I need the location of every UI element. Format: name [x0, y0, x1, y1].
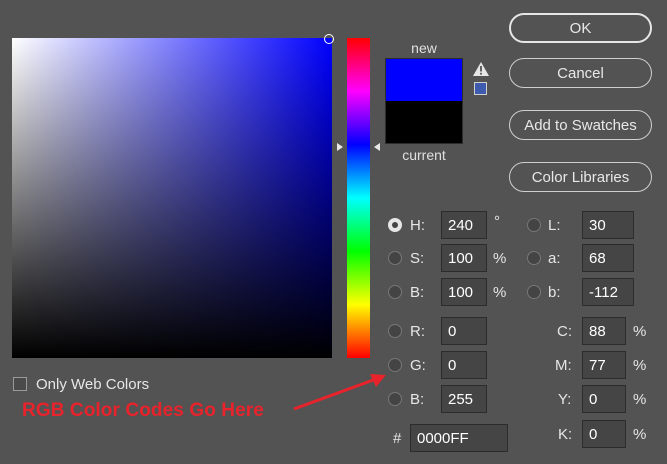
annotation-text: RGB Color Codes Go Here: [22, 400, 264, 421]
color-field[interactable]: [12, 38, 332, 358]
black-label: K:: [558, 426, 573, 443]
ok-button[interactable]: OK: [509, 13, 652, 43]
hue-label: H:: [410, 217, 425, 234]
brightness-input[interactable]: [441, 278, 487, 306]
green-input[interactable]: [441, 351, 487, 379]
lab-b-radio[interactable]: [527, 285, 541, 299]
lab-b-input[interactable]: [582, 278, 634, 306]
red-input[interactable]: [441, 317, 487, 345]
warning-triangle-icon[interactable]: [473, 62, 489, 76]
add-to-swatches-button[interactable]: Add to Swatches: [509, 110, 652, 140]
lab-a-label: a:: [548, 250, 561, 267]
color-field-picker-circle[interactable]: [324, 34, 334, 44]
hex-input[interactable]: [410, 424, 508, 452]
blue-radio[interactable]: [388, 392, 402, 406]
brightness-unit: %: [493, 284, 507, 301]
brightness-radio[interactable]: [388, 285, 402, 299]
magenta-input[interactable]: [582, 351, 626, 379]
cyan-label: C:: [557, 323, 572, 340]
lab-l-label: L:: [548, 217, 561, 234]
green-radio[interactable]: [388, 358, 402, 372]
blue-label: B:: [410, 391, 425, 408]
magenta-unit: %: [633, 357, 647, 374]
yellow-label: Y:: [558, 391, 572, 408]
hex-label: #: [393, 430, 402, 447]
current-label: current: [402, 147, 446, 163]
saturation-label: S:: [410, 250, 425, 267]
saturation-radio[interactable]: [388, 251, 402, 265]
saturation-unit: %: [493, 250, 507, 267]
cancel-button[interactable]: Cancel: [509, 58, 652, 88]
only-web-colors-label: Only Web Colors: [36, 376, 150, 393]
hue-slider-right-arrow-icon[interactable]: [374, 143, 380, 151]
brightness-label: B:: [410, 284, 425, 301]
lab-a-input[interactable]: [582, 244, 634, 272]
cyan-unit: %: [633, 323, 647, 340]
hue-input[interactable]: [441, 211, 487, 239]
magenta-label: M:: [555, 357, 572, 374]
lab-b-label: b:: [548, 284, 561, 301]
lab-l-radio[interactable]: [527, 218, 541, 232]
black-input[interactable]: [582, 420, 626, 448]
new-label: new: [411, 40, 437, 56]
yellow-input[interactable]: [582, 385, 626, 413]
green-label: G:: [410, 357, 426, 374]
cyan-input[interactable]: [582, 317, 626, 345]
saturation-input[interactable]: [441, 244, 487, 272]
hue-slider-left-arrow-icon[interactable]: [337, 143, 343, 151]
red-label: R:: [410, 323, 425, 340]
black-unit: %: [633, 426, 647, 443]
color-libraries-button[interactable]: Color Libraries: [509, 162, 652, 192]
websafe-swatch-icon[interactable]: [474, 82, 487, 95]
hue-slider[interactable]: [347, 38, 370, 358]
only-web-colors-checkbox[interactable]: [13, 377, 27, 391]
degree-unit: °: [494, 213, 500, 230]
color-preview-frame: [385, 58, 463, 144]
lab-a-radio[interactable]: [527, 251, 541, 265]
hue-radio[interactable]: [388, 218, 402, 232]
blue-input[interactable]: [441, 385, 487, 413]
red-radio[interactable]: [388, 324, 402, 338]
annotation-arrow-icon: [293, 374, 386, 411]
yellow-unit: %: [633, 391, 647, 408]
lab-l-input[interactable]: [582, 211, 634, 239]
